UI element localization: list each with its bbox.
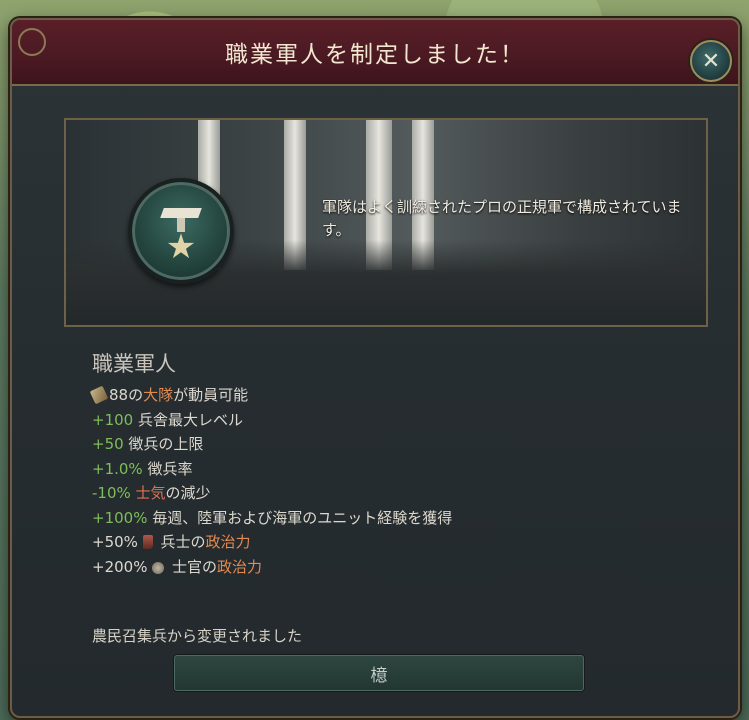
effect-morale-loss: -10% 士気の減少 xyxy=(92,484,211,502)
political-strength-link[interactable]: 政治力 xyxy=(205,533,250,551)
effect-barracks-max-level: +100 兵舎最大レベル xyxy=(92,410,243,429)
effect-unit-experience: +100% 毎週、陸軍および海軍のユニット経験を獲得 xyxy=(92,508,453,527)
soldiers-icon xyxy=(142,535,153,549)
law-description: 軍隊はよく訓練されたプロの正規軍で構成されています。 xyxy=(322,198,682,239)
battalion-icon xyxy=(89,385,109,405)
corner-ornament-icon xyxy=(18,28,46,56)
law-enacted-dialog: 職業軍人を制定しました！ ✕ ★ 軍隊はよく訓練されたプロの正規軍で構成されてい… xyxy=(10,18,740,718)
effect-conscription-cap: +50 徴兵の上限 xyxy=(92,435,204,453)
dialog-title-bar: 職業軍人を制定しました！ xyxy=(12,20,738,86)
close-button[interactable]: ✕ xyxy=(690,40,732,82)
professional-army-law-icon: ★ xyxy=(128,178,234,284)
battalion-link[interactable]: 大隊 xyxy=(143,386,173,404)
law-effects-list: 88の大隊が動員可能 +100 兵舎最大レベル +50 徴兵の上限 +1.0% … xyxy=(89,383,453,579)
changed-from-note: 農民召集兵から変更されました xyxy=(92,627,303,645)
dialog-title: 職業軍人を制定しました！ xyxy=(225,42,525,68)
ok-button[interactable]: 檍 xyxy=(174,655,584,691)
law-name: 職業軍人 xyxy=(92,352,176,376)
effect-officers-political-strength: +200% 士官の政治力 xyxy=(92,557,263,576)
morale-link[interactable]: 士気 xyxy=(131,484,166,502)
law-illustration-banner: ★ 軍隊はよく訓練されたプロの正規軍で構成されています。 xyxy=(64,118,708,327)
officers-icon xyxy=(152,561,165,574)
medal-bar-icon xyxy=(160,208,202,218)
close-icon: ✕ xyxy=(701,48,721,74)
effect-battalions: 88の大隊が動員可能 xyxy=(89,383,452,408)
star-icon: ★ xyxy=(165,227,197,267)
effect-conscription-rate: +1.0% 徴兵率 xyxy=(92,459,193,478)
effect-soldiers-political-strength: +50% 兵士の政治力 xyxy=(92,533,251,551)
political-strength-link[interactable]: 政治力 xyxy=(217,558,262,576)
